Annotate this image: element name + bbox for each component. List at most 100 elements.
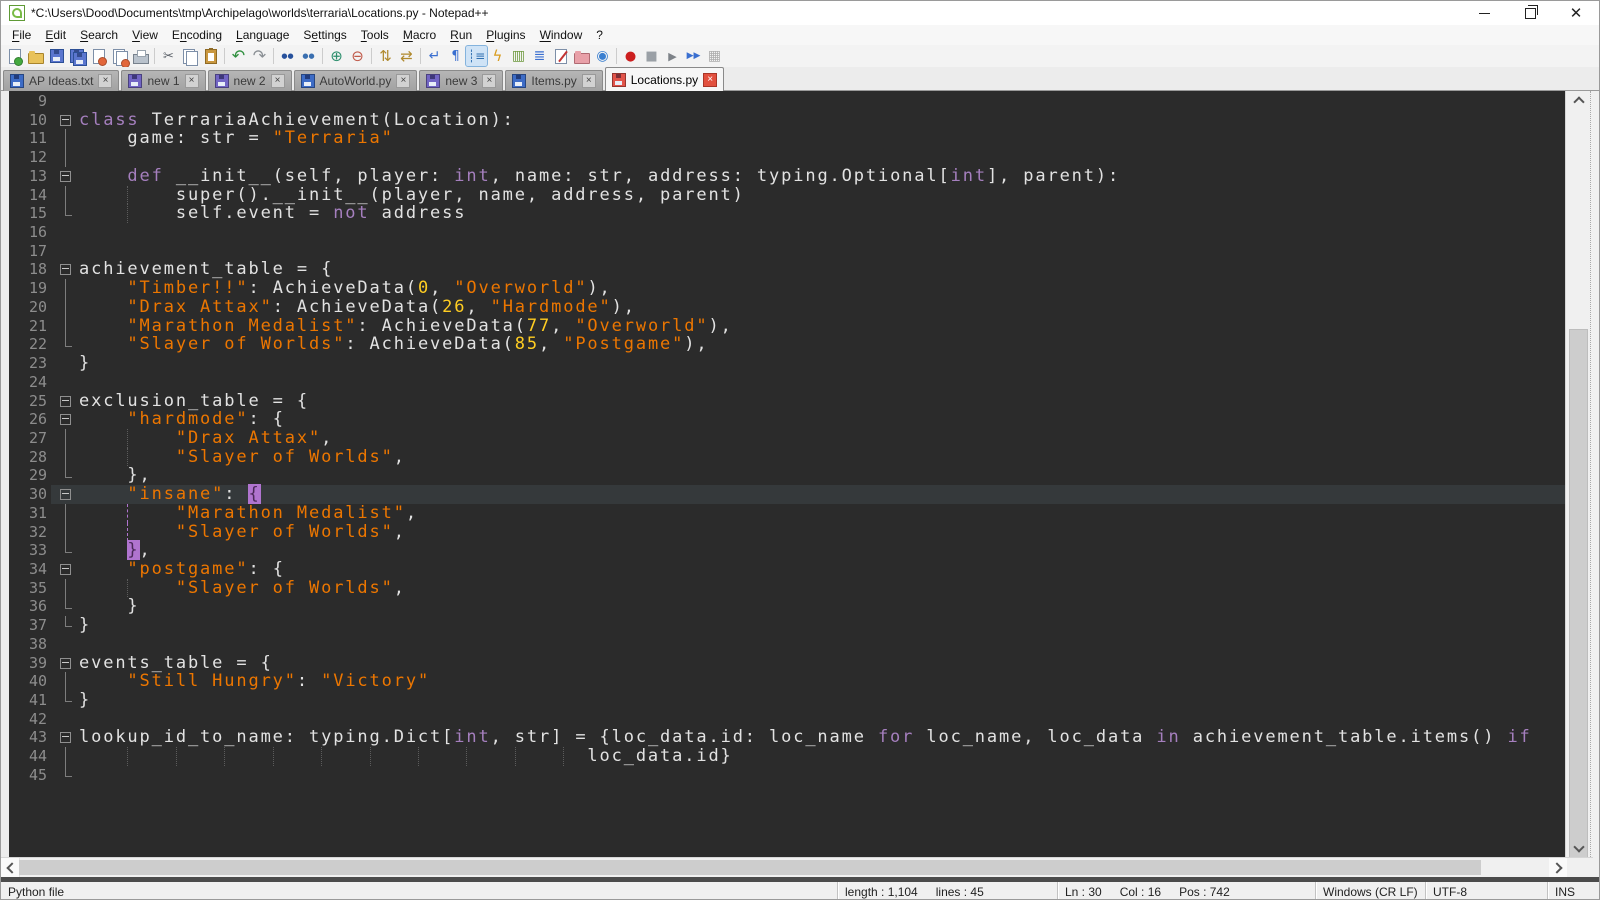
code-line-28[interactable]: 28 "Slayer of Worlds", [9, 448, 1567, 467]
tab-close-icon[interactable]: × [582, 74, 596, 88]
fold-margin[interactable] [51, 560, 79, 579]
menu-run[interactable]: Run [443, 26, 479, 44]
macro-play-button[interactable]: ▶ [662, 46, 683, 66]
sync-horizontal-scrolling-button[interactable]: ⇄ [396, 46, 417, 66]
code-editor[interactable]: 910class TerrariaAchievement(Location):1… [1, 91, 1567, 857]
menu-help[interactable]: ? [589, 26, 610, 44]
find-button[interactable]: ●● [277, 46, 298, 66]
macro-run-multiple-button[interactable]: ▶▶ [683, 46, 704, 66]
scroll-up-button[interactable] [1566, 91, 1591, 109]
menu-tools[interactable]: Tools [354, 26, 396, 44]
menu-language[interactable]: Language [229, 26, 296, 44]
macro-save-button[interactable]: ▦ [704, 46, 725, 66]
document-list-button[interactable]: ≣ [529, 46, 550, 66]
code-line-32[interactable]: 32 "Slayer of Worlds", [9, 523, 1567, 542]
close-all-button[interactable] [109, 46, 130, 66]
maximize-button[interactable] [1507, 1, 1553, 25]
minimize-button[interactable] [1461, 1, 1507, 25]
status-eol-format[interactable]: Windows (CR LF) [1315, 882, 1425, 900]
code-line-25[interactable]: 25exclusion_table = { [9, 392, 1567, 411]
tab-close-icon[interactable]: × [703, 73, 717, 87]
close-file-button[interactable] [88, 46, 109, 66]
tab-close-icon[interactable]: × [185, 74, 199, 88]
code-line-36[interactable]: 36 } [9, 597, 1567, 616]
scroll-left-button[interactable] [1, 858, 20, 877]
menu-settings[interactable]: Settings [296, 26, 353, 44]
tab-autoworld-py[interactable]: AutoWorld.py× [294, 70, 418, 91]
monitoring-button[interactable]: ◉ [592, 46, 613, 66]
redo-button[interactable]: ↷ [249, 46, 270, 66]
code-line-37[interactable]: 37} [9, 616, 1567, 635]
menu-edit[interactable]: Edit [38, 26, 73, 44]
tab-ap-ideas-txt[interactable]: AP Ideas.txt× [3, 70, 119, 91]
menu-view[interactable]: View [125, 26, 165, 44]
sync-vertical-scrolling-button[interactable]: ⇅ [375, 46, 396, 66]
word-wrap-button[interactable]: ↵ [424, 46, 445, 66]
fold-margin[interactable] [51, 410, 79, 429]
document-map-button[interactable]: ▥ [508, 46, 529, 66]
zoom-out-button[interactable]: ⊖ [347, 46, 368, 66]
code-line-10[interactable]: 10class TerrariaAchievement(Location): [9, 111, 1567, 130]
cut-button[interactable]: ✂ [158, 46, 179, 66]
vertical-scrollbar-thumb[interactable] [1569, 329, 1588, 900]
save-file-button[interactable] [46, 46, 67, 66]
save-all-button[interactable] [67, 46, 88, 66]
tab-new-2[interactable]: new 2× [208, 70, 292, 91]
code-line-34[interactable]: 34 "postgame": { [9, 560, 1567, 579]
code-line-39[interactable]: 39events_table = { [9, 654, 1567, 673]
tab-items-py[interactable]: Items.py× [505, 70, 602, 91]
copy-button[interactable] [179, 46, 200, 66]
undo-button[interactable]: ↶ [228, 46, 249, 66]
code-line-40[interactable]: 40 "Still Hungry": "Victory" [9, 672, 1567, 691]
code-line-12[interactable]: 12 [9, 148, 1567, 167]
code-line-20[interactable]: 20 "Drax Attax": AchieveData(26, "Hardmo… [9, 298, 1567, 317]
menu-window[interactable]: Window [533, 26, 590, 44]
code-line-38[interactable]: 38 [9, 635, 1567, 654]
menu-encoding[interactable]: Encoding [165, 26, 229, 44]
code-line-42[interactable]: 42 [9, 710, 1567, 729]
code-line-16[interactable]: 16 [9, 223, 1567, 242]
code-line-21[interactable]: 21 "Marathon Medalist": AchieveData(77, … [9, 317, 1567, 336]
scroll-right-button[interactable] [1549, 858, 1567, 877]
code-line-17[interactable]: 17 [9, 242, 1567, 261]
open-file-button[interactable] [25, 46, 46, 66]
show-indent-guide-button[interactable]: ┊≡ [466, 46, 487, 66]
code-line-27[interactable]: 27 "Drax Attax", [9, 429, 1567, 448]
menu-plugins[interactable]: Plugins [479, 26, 532, 44]
code-line-18[interactable]: 18achievement_table = { [9, 260, 1567, 279]
code-line-9[interactable]: 9 [9, 92, 1567, 111]
code-line-15[interactable]: 15 self.event = not address [9, 204, 1567, 223]
folder-as-workspace-button[interactable] [571, 46, 592, 66]
vertical-scrollbar[interactable] [1565, 91, 1591, 857]
replace-button[interactable]: ●● [298, 46, 319, 66]
status-encoding[interactable]: UTF-8 [1425, 882, 1547, 900]
code-line-45[interactable]: 45 [9, 766, 1567, 785]
close-button[interactable]: ✕ [1553, 1, 1599, 25]
code-line-23[interactable]: 23} [9, 354, 1567, 373]
code-line-31[interactable]: 31 "Marathon Medalist", [9, 504, 1567, 523]
tab-new-3[interactable]: new 3× [419, 70, 503, 91]
tab-close-icon[interactable]: × [482, 74, 496, 88]
code-line-13[interactable]: 13 def __init__(self, player: int, name:… [9, 167, 1567, 186]
code-line-35[interactable]: 35 "Slayer of Worlds", [9, 579, 1567, 598]
code-line-43[interactable]: 43lookup_id_to_name: typing.Dict[int, st… [9, 728, 1567, 747]
code-line-24[interactable]: 24 [9, 373, 1567, 392]
macro-record-button[interactable]: ● [620, 46, 641, 66]
code-line-41[interactable]: 41} [9, 691, 1567, 710]
fold-margin[interactable] [51, 392, 79, 411]
new-file-button[interactable] [4, 46, 25, 66]
fold-margin[interactable] [51, 260, 79, 279]
menu-search[interactable]: Search [73, 26, 125, 44]
fold-margin[interactable] [51, 485, 79, 504]
print-button[interactable] [130, 46, 151, 66]
tab-close-icon[interactable]: × [98, 74, 112, 88]
tab-close-icon[interactable]: × [271, 74, 285, 88]
menu-file[interactable]: File [5, 26, 38, 44]
scroll-down-button[interactable] [1566, 839, 1591, 857]
function-list-button[interactable] [550, 46, 571, 66]
fold-margin[interactable] [51, 728, 79, 747]
code-line-44[interactable]: 44 loc_data.id} [9, 747, 1567, 766]
code-line-11[interactable]: 11 game: str = "Terraria" [9, 129, 1567, 148]
define-your-language-button[interactable]: ϟ [487, 46, 508, 66]
fold-margin[interactable] [51, 111, 79, 130]
